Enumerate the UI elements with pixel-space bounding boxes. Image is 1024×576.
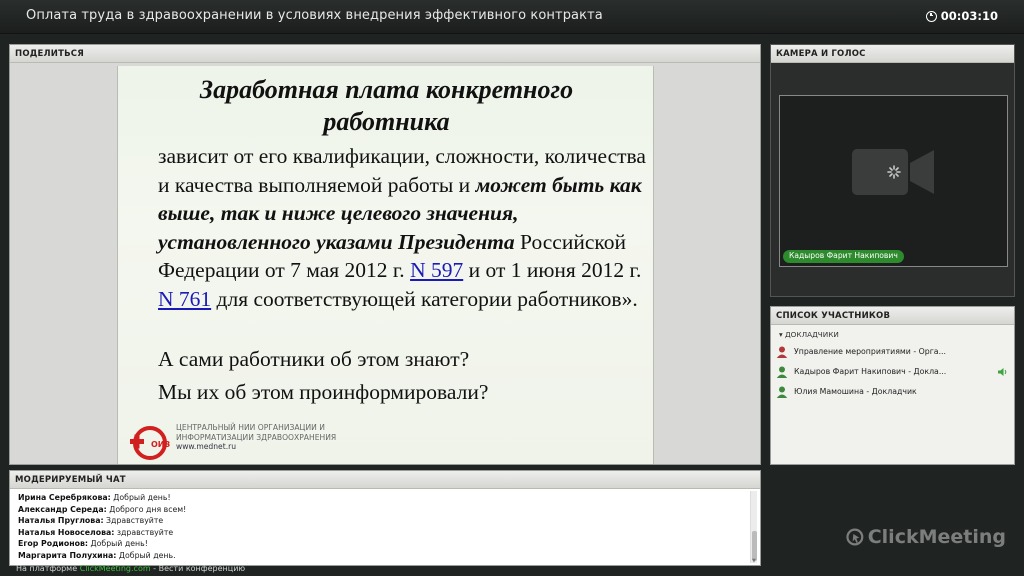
chat-messages: Ирина Серебрякова: Добрый день! Александ… bbox=[10, 489, 760, 565]
session-timer: 00:03:10 bbox=[925, 9, 998, 23]
share-panel: ПОДЕЛИТЬСЯ Заработная плата конкретного … bbox=[9, 44, 761, 465]
slide-body-text: и от 1 июня 2012 г. bbox=[463, 258, 642, 282]
chat-panel-header: МОДЕРИРУЕМЫЙ ЧАТ bbox=[10, 471, 760, 489]
footer-prefix: На платформе bbox=[16, 564, 80, 573]
decree-761-link[interactable]: N 761 bbox=[158, 287, 211, 311]
slide-body: зависит от его квалификации, сложности, … bbox=[158, 142, 653, 313]
slide-body-text: для соответствующей категории работников… bbox=[211, 286, 638, 311]
title-bar: Оплата труда в здравоохранении в условия… bbox=[0, 0, 1024, 34]
chat-message: Ирина Серебрякова: Добрый день! bbox=[18, 493, 171, 502]
video-camera-icon bbox=[852, 149, 934, 195]
scroll-down-icon[interactable]: ▼ bbox=[752, 558, 757, 564]
logo-text: ОИЗ bbox=[151, 440, 170, 449]
chat-author: Наталья Пруглова: bbox=[18, 516, 104, 525]
webinar-title: Оплата труда в здравоохранении в условия… bbox=[26, 8, 603, 23]
participants-panel: СПИСОК УЧАСТНИКОВ ▾ ДОКЛАДЧИКИ Управлени… bbox=[770, 306, 1015, 465]
person-icon bbox=[776, 366, 788, 378]
chat-text: здравствуйте bbox=[114, 527, 174, 537]
footer-bar: На платформе ClickMeeting.com - Вести ко… bbox=[16, 564, 245, 573]
decree-597-link[interactable]: N 597 bbox=[410, 258, 463, 282]
slide-question-1: А сами работники об этом знают? bbox=[158, 347, 470, 371]
chat-author: Егор Родионов: bbox=[18, 539, 89, 548]
slide-heading-line2: работника bbox=[323, 107, 450, 136]
chat-message: Наталья Новоселова: здравствуйте bbox=[18, 528, 173, 537]
share-panel-header: ПОДЕЛИТЬСЯ bbox=[10, 45, 760, 63]
group-presenters[interactable]: ▾ ДОКЛАДЧИКИ bbox=[779, 330, 839, 339]
chat-text: Доброго дня всем! bbox=[106, 504, 187, 514]
chat-panel: МОДЕРИРУЕМЫЙ ЧАТ Ирина Серебрякова: Добр… bbox=[9, 470, 761, 566]
participant-row[interactable]: Кадыров Фарит Накипович - Докла... bbox=[776, 365, 1011, 379]
clickmeeting-logo-icon bbox=[846, 528, 864, 546]
chat-message: Маргарита Полухина: Добрый день. bbox=[18, 551, 176, 560]
watermark-text: ClickMeeting bbox=[867, 526, 1006, 548]
footer-suffix: - Вести конференцию bbox=[150, 564, 246, 573]
presenter-name-badge: Кадыров Фарит Накипович bbox=[783, 250, 904, 263]
chat-text: Добрый день! bbox=[110, 493, 171, 502]
chat-message: Наталья Пруглова: Здравствуйте bbox=[18, 516, 163, 525]
org-line-2: ИНФОРМАТИЗАЦИИ ЗДРАВООХРАНЕНИЯ bbox=[176, 432, 337, 442]
slide-heading-line1: Заработная плата конкретного bbox=[199, 75, 574, 104]
slide-question-2: Мы их об этом проинформировали? bbox=[158, 380, 489, 404]
participant-name: Управление мероприятиями - Орга... bbox=[794, 347, 947, 356]
person-icon bbox=[776, 346, 788, 358]
chat-text: Здравствуйте bbox=[103, 516, 164, 525]
timer-value: 00:03:10 bbox=[940, 9, 998, 23]
org-site: www.mednet.ru bbox=[176, 442, 237, 452]
presentation-slide: Заработная плата конкретного работника з… bbox=[117, 66, 654, 464]
scroll-thumb[interactable] bbox=[752, 531, 757, 561]
presentation-stage: Заработная плата конкретного работника з… bbox=[10, 63, 760, 464]
chat-author: Александр Середа: bbox=[18, 504, 107, 514]
clock-icon bbox=[925, 10, 937, 22]
chat-author: Наталья Новоселова: bbox=[18, 527, 115, 537]
participant-row[interactable]: Юлия Мамошина - Докладчик bbox=[776, 385, 1011, 399]
participant-name: Юлия Мамошина - Докладчик bbox=[794, 387, 917, 396]
video-feed[interactable]: Кадыров Фарит Накипович bbox=[779, 95, 1008, 267]
chat-text: Добрый день. bbox=[116, 550, 176, 560]
person-icon bbox=[776, 386, 788, 398]
participants-list: ▾ ДОКЛАДЧИКИ Управление мероприятиями - … bbox=[771, 325, 1014, 464]
chat-message: Александр Середа: Доброго дня всем! bbox=[18, 505, 186, 514]
organization-caption: ЦЕНТРАЛЬНЫЙ НИИ ОРГАНИЗАЦИИ И ИНФОРМАТИЗ… bbox=[176, 423, 436, 452]
group-label: ДОКЛАДЧИКИ bbox=[784, 330, 839, 339]
participant-row[interactable]: Управление мероприятиями - Орга... bbox=[776, 345, 1011, 359]
participant-name: Кадыров Фарит Накипович - Докла... bbox=[794, 367, 947, 376]
chat-scrollbar[interactable]: ▼ bbox=[750, 491, 757, 564]
cniioiz-logo-icon: ОИЗ bbox=[130, 426, 170, 460]
participants-panel-header: СПИСОК УЧАСТНИКОВ bbox=[771, 307, 1014, 325]
chat-author: Маргарита Полухина: bbox=[18, 550, 117, 560]
clickmeeting-watermark: ClickMeeting bbox=[846, 523, 1006, 551]
org-line-1: ЦЕНТРАЛЬНЫЙ НИИ ОРГАНИЗАЦИИ И bbox=[176, 423, 325, 432]
chat-text: Добрый день! bbox=[88, 539, 148, 548]
clickmeeting-link[interactable]: ClickMeeting.com bbox=[80, 564, 151, 573]
speaker-icon bbox=[998, 368, 1007, 376]
camera-panel-header: КАМЕРА И ГОЛОС bbox=[771, 45, 1014, 63]
chat-author: Ирина Серебрякова: bbox=[18, 493, 111, 502]
camera-panel: КАМЕРА И ГОЛОС Кадыров Фарит Накипович bbox=[770, 44, 1015, 297]
slide-heading: Заработная плата конкретного работника bbox=[118, 74, 655, 138]
chat-message: Егор Родионов: Добрый день! bbox=[18, 539, 148, 548]
